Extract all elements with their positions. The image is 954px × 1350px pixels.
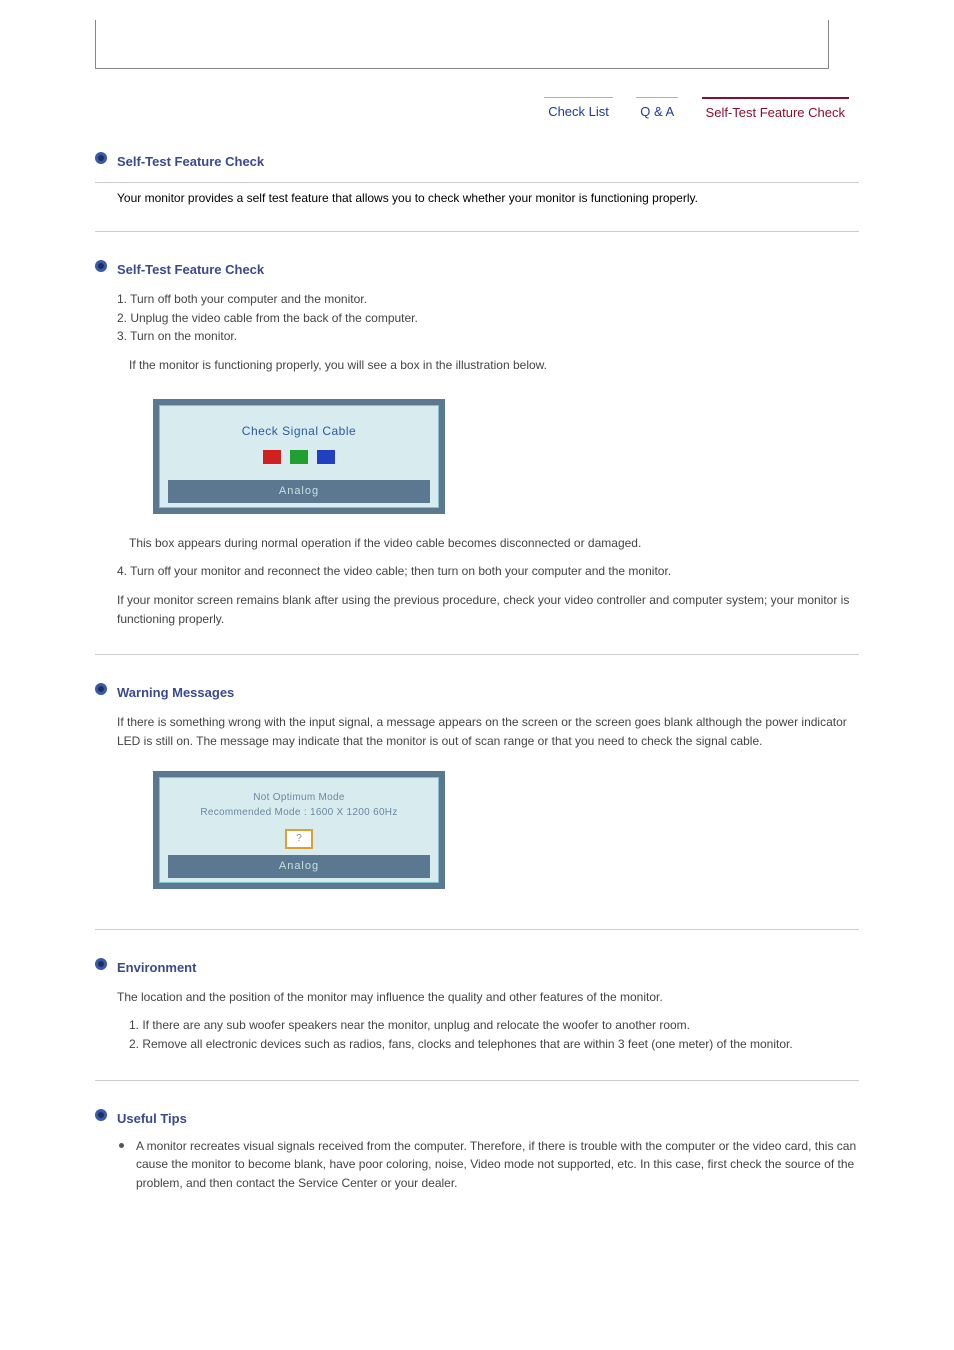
- osd-square-green: [290, 450, 308, 464]
- divider: [95, 654, 859, 655]
- list-bullet-icon: [119, 1143, 124, 1148]
- tab-check-list[interactable]: Check List: [544, 97, 613, 123]
- osd-warn-line2: Recommended Mode : 1600 X 1200 60Hz: [168, 805, 430, 821]
- step-text: 2. Remove all electronic devices such as…: [129, 1035, 859, 1054]
- section-title: Warning Messages: [117, 683, 859, 703]
- tab-q-and-a[interactable]: Q & A: [636, 97, 678, 123]
- osd-check-signal-figure: Check Signal Cable Analog: [153, 399, 445, 514]
- section-paragraph: The location and the position of the mon…: [117, 988, 859, 1007]
- osd-mode-label: Analog: [168, 855, 430, 878]
- step-text: 1. Turn off both your computer and the m…: [117, 290, 859, 309]
- step-note: If your monitor screen remains blank aft…: [117, 591, 859, 628]
- osd-not-optimum-figure: Not Optimum Mode Recommended Mode : 1600…: [153, 771, 445, 889]
- section-bullet-icon: [95, 1109, 109, 1123]
- osd-square-red: [263, 450, 281, 464]
- osd-warn-line1: Not Optimum Mode: [168, 790, 430, 806]
- section-bullet-icon: [95, 958, 109, 972]
- step-intro: If the monitor is functioning properly, …: [129, 356, 859, 375]
- step-text: 1. If there are any sub woofer speakers …: [129, 1016, 859, 1035]
- sub-nav-tabs: Check List Q & A Self-Test Feature Check: [95, 97, 859, 124]
- section-bullet-icon: [95, 152, 109, 166]
- osd-mode-label: Analog: [168, 480, 430, 503]
- section-paragraph: If there is something wrong with the inp…: [117, 713, 859, 750]
- section-title: Self-Test Feature Check: [117, 152, 859, 172]
- section-bullet-icon: [95, 683, 109, 697]
- tab-self-test[interactable]: Self-Test Feature Check: [702, 97, 849, 124]
- step-text: 3. Turn on the monitor.: [117, 327, 859, 346]
- step-text: 2. Unplug the video cable from the back …: [117, 309, 859, 328]
- section-title: Self-Test Feature Check: [117, 260, 859, 280]
- osd-square-blue: [317, 450, 335, 464]
- osd-color-squares: [168, 450, 430, 470]
- top-empty-frame: [95, 20, 829, 69]
- section-title: Environment: [117, 958, 859, 978]
- divider: [95, 1080, 859, 1081]
- section-paragraph: Your monitor provides a self test featur…: [117, 191, 859, 205]
- section-bullet-icon: [95, 260, 109, 274]
- divider: [95, 182, 859, 183]
- step-note: This box appears during normal operation…: [129, 534, 859, 553]
- divider: [95, 231, 859, 232]
- osd-question-box: ?: [285, 829, 313, 849]
- divider: [95, 929, 859, 930]
- section-title: Useful Tips: [117, 1109, 859, 1129]
- osd-title: Check Signal Cable: [168, 422, 430, 441]
- list-item-text: A monitor recreates visual signals recei…: [136, 1137, 859, 1193]
- step-text: 4. Turn off your monitor and reconnect t…: [117, 562, 859, 581]
